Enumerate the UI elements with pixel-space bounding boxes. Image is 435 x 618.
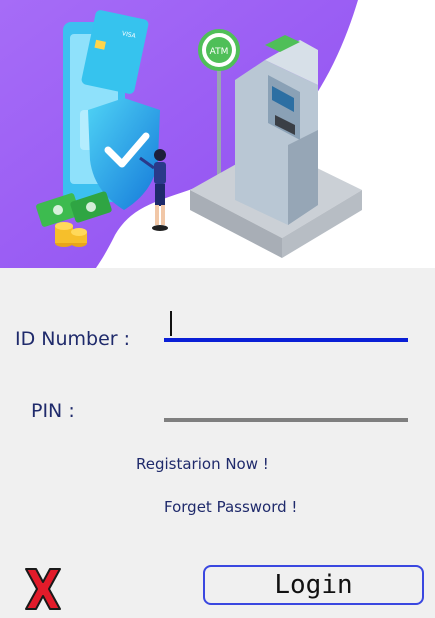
pin-input[interactable] (164, 392, 408, 422)
registration-link[interactable]: Registarion Now ! (136, 455, 269, 473)
login-button[interactable]: Login (203, 565, 424, 605)
pin-label: PIN : (31, 400, 75, 422)
hero-banner: VISA ATM (0, 0, 435, 268)
forget-password-link[interactable]: Forget Password ! (164, 498, 297, 516)
text-cursor (170, 311, 172, 336)
atm-sign-text: ATM (210, 47, 229, 57)
close-icon[interactable] (22, 565, 64, 613)
atm-security-illustration: VISA ATM (0, 0, 435, 268)
id-number-label: ID Number : (15, 328, 131, 350)
login-form: ID Number : PIN : Registarion Now ! Forg… (0, 268, 435, 617)
id-number-input[interactable] (164, 312, 408, 342)
